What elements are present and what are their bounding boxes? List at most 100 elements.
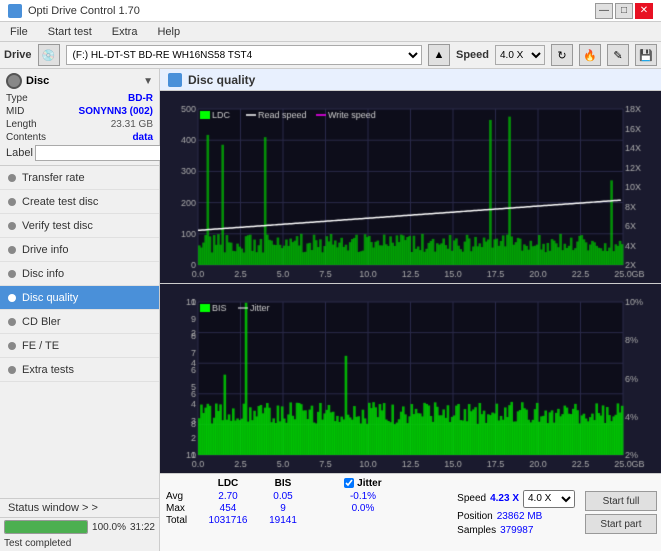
- disc-quality-title: Disc quality: [188, 73, 255, 87]
- app-title: Opti Drive Control 1.70: [28, 5, 140, 17]
- col-ldc: LDC: [198, 478, 258, 489]
- row-total-label: Total: [166, 515, 198, 526]
- nav-list: Transfer rate Create test disc Verify te…: [0, 166, 159, 382]
- nav-dot-disc-info: [8, 270, 16, 278]
- stats-table: LDC BIS Jitter Avg 2.70 0.05 -0.1%: [160, 474, 451, 551]
- samples-value: 379987: [500, 525, 533, 536]
- sidebar-item-disc-info[interactable]: Disc info: [0, 262, 159, 286]
- chart1-container: [160, 91, 661, 284]
- menu-help[interactable]: Help: [151, 24, 186, 40]
- sidebar-item-drive-info[interactable]: Drive info: [0, 238, 159, 262]
- burn-icon[interactable]: 🔥: [579, 44, 601, 66]
- sidebar: Disc ▼ Type BD-R MID SONYNN3 (002) Lengt…: [0, 69, 160, 551]
- status-text: Test completed: [0, 536, 159, 551]
- drive-label: Drive: [4, 49, 32, 61]
- row-avg-bis: 0.05: [258, 491, 308, 502]
- speed-label: Speed: [456, 49, 489, 61]
- nav-dot-disc-quality: [8, 294, 16, 302]
- mid-label: MID: [6, 106, 24, 117]
- disc-header-label: Disc: [26, 75, 49, 87]
- sidebar-item-fe-te[interactable]: FE / TE: [0, 334, 159, 358]
- row-max-jitter: 0.0%: [338, 503, 388, 514]
- disc-section: Disc ▼ Type BD-R MID SONYNN3 (002) Lengt…: [0, 69, 159, 166]
- menu-file[interactable]: File: [4, 24, 34, 40]
- sidebar-item-extra-tests[interactable]: Extra tests: [0, 358, 159, 382]
- row-max-label: Max: [166, 503, 198, 514]
- label-input[interactable]: [35, 145, 169, 161]
- progress-row: 100.0% 31:22: [0, 518, 159, 536]
- row-max-bis: 9: [258, 503, 308, 514]
- charts-area: [160, 91, 661, 473]
- jitter-checkbox[interactable]: [344, 478, 354, 488]
- minimize-button[interactable]: —: [595, 3, 613, 19]
- row-avg-ldc: 2.70: [198, 491, 258, 502]
- speed-selector[interactable]: 4.0 X: [495, 45, 545, 65]
- sidebar-item-create-test-disc[interactable]: Create test disc: [0, 190, 159, 214]
- contents-label: Contents: [6, 132, 46, 143]
- menu-extra[interactable]: Extra: [106, 24, 144, 40]
- mid-value: SONYNN3 (002): [79, 106, 153, 117]
- nav-dot-extra-tests: [8, 366, 16, 374]
- close-button[interactable]: ✕: [635, 3, 653, 19]
- chart1-canvas: [160, 91, 661, 283]
- drive-selector[interactable]: (F:) HL-DT-ST BD-RE WH16NS58 TST4: [66, 45, 422, 65]
- sidebar-item-transfer-rate[interactable]: Transfer rate: [0, 166, 159, 190]
- progress-bar: [4, 520, 88, 534]
- sidebar-item-disc-quality[interactable]: Disc quality: [0, 286, 159, 310]
- edit-icon[interactable]: ✎: [607, 44, 629, 66]
- nav-dot-verify-test: [8, 222, 16, 230]
- maximize-button[interactable]: □: [615, 3, 633, 19]
- col-empty: [308, 478, 338, 489]
- nav-dot-cd-bler: [8, 318, 16, 326]
- label-label: Label: [6, 147, 33, 159]
- row-max-ldc: 454: [198, 503, 258, 514]
- row-total-bis: 19141: [258, 515, 308, 526]
- app-icon: [8, 4, 22, 18]
- drive-open-icon[interactable]: ▲: [428, 44, 450, 66]
- save-icon[interactable]: 💾: [635, 44, 657, 66]
- drive-toolbar: Drive 💿 (F:) HL-DT-ST BD-RE WH16NS58 TST…: [0, 42, 661, 69]
- length-label: Length: [6, 119, 37, 130]
- length-value: 23.31 GB: [111, 119, 153, 130]
- stats-bar: LDC BIS Jitter Avg 2.70 0.05 -0.1%: [160, 473, 661, 551]
- sidebar-item-verify-test-disc[interactable]: Verify test disc: [0, 214, 159, 238]
- speed-stat-select[interactable]: 4.0 X: [523, 490, 575, 508]
- chart2-canvas: [160, 284, 661, 473]
- samples-label: Samples: [457, 525, 496, 536]
- action-buttons: Start full Start part: [581, 474, 661, 551]
- disc-icon: [6, 73, 22, 89]
- position-section: Speed 4.23 X 4.0 X Position 23862 MB Sam…: [451, 474, 581, 551]
- refresh-icon[interactable]: ↻: [551, 44, 573, 66]
- row-total-ldc: 1031716: [198, 515, 258, 526]
- col-bis: BIS: [258, 478, 308, 489]
- main-layout: Disc ▼ Type BD-R MID SONYNN3 (002) Lengt…: [0, 69, 661, 551]
- disc-quality-header: Disc quality: [160, 69, 661, 91]
- start-full-button[interactable]: Start full: [585, 491, 657, 511]
- progress-bar-fill: [5, 521, 87, 533]
- nav-dot-drive-info: [8, 246, 16, 254]
- right-panel: Disc quality LDC BIS: [160, 69, 661, 551]
- menu-bar: File Start test Extra Help: [0, 22, 661, 42]
- position-label: Position: [457, 511, 493, 522]
- chart2-container: [160, 284, 661, 473]
- title-bar: Opti Drive Control 1.70 — □ ✕: [0, 0, 661, 22]
- menu-start-test[interactable]: Start test: [42, 24, 98, 40]
- progress-time: 31:22: [130, 522, 155, 533]
- disc-quality-icon: [168, 73, 182, 87]
- disc-options-icon[interactable]: ▼: [143, 76, 153, 87]
- status-bar: Status window > > 100.0% 31:22 Test comp…: [0, 498, 159, 551]
- sidebar-item-cd-bler[interactable]: CD Bler: [0, 310, 159, 334]
- drive-eject-icon[interactable]: 💿: [38, 44, 60, 66]
- contents-value: data: [132, 132, 153, 143]
- start-part-button[interactable]: Start part: [585, 514, 657, 534]
- speed-stat-value: 4.23 X: [490, 493, 519, 504]
- row-avg-label: Avg: [166, 491, 198, 502]
- nav-dot-transfer-rate: [8, 174, 16, 182]
- row-avg-jitter: -0.1%: [338, 491, 388, 502]
- speed-stat-label: Speed: [457, 493, 486, 504]
- col-jitter: Jitter: [338, 478, 388, 489]
- nav-dot-fe-te: [8, 342, 16, 350]
- status-window-button[interactable]: Status window > >: [0, 499, 159, 518]
- position-value: 23862 MB: [497, 511, 543, 522]
- progress-percent: 100.0%: [92, 522, 126, 533]
